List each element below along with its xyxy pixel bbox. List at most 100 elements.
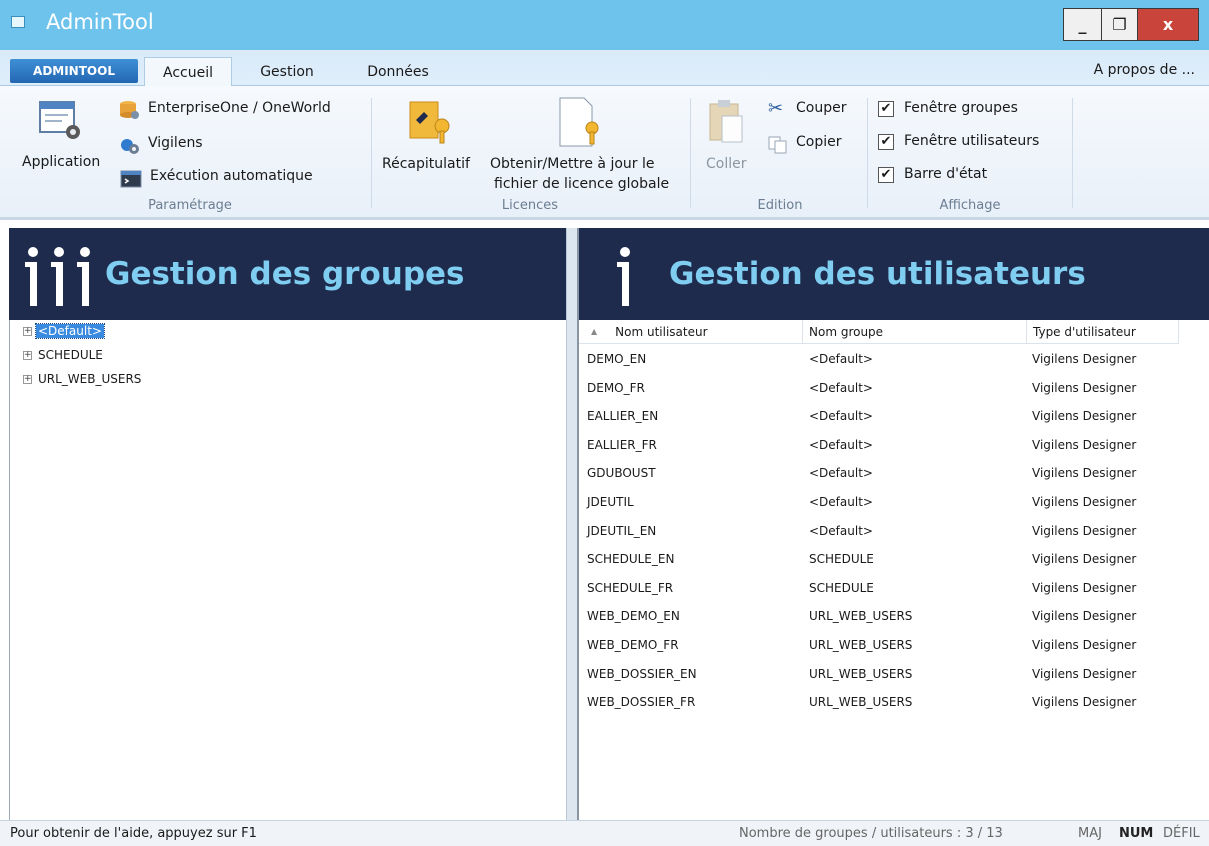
close-button[interactable]: x — [1137, 8, 1199, 41]
status-count: Nombre de groupes / utilisateurs : 3 / 1… — [739, 826, 1003, 841]
groups-panel-header: Gestion des groupes — [9, 228, 566, 320]
application-window-icon — [39, 101, 80, 139]
cell-nom-utilisateur: DEMO_EN — [587, 352, 647, 366]
recapitulatif-button[interactable]: Récapitulatif — [380, 92, 484, 192]
table-row[interactable]: DEMO_FR <Default> Vigilens Designer — [579, 379, 1199, 401]
cell-nom-utilisateur: WEB_DEMO_FR — [587, 638, 679, 652]
table-row[interactable]: JDEUTIL <Default> Vigilens Designer — [579, 493, 1199, 515]
groups-icon — [25, 247, 90, 306]
couper-button[interactable]: ✂ Couper — [766, 98, 862, 122]
application-button[interactable]: Application — [18, 92, 114, 192]
cell-nom-utilisateur: WEB_DOSSIER_EN — [587, 666, 697, 681]
cell-type-utilisateur: Vigilens Designer — [1032, 352, 1137, 366]
tree-item[interactable]: + URL_WEB_USERS — [23, 370, 143, 388]
cell-nom-utilisateur: JDEUTIL — [587, 495, 634, 509]
column-header-nom-groupe[interactable]: Nom groupe — [803, 320, 1027, 344]
cell-nom-groupe: URL_WEB_USERS — [809, 609, 913, 624]
enterprise-oneworld-button[interactable]: EnterpriseOne / OneWorld — [118, 98, 362, 122]
tree-item[interactable]: + SCHEDULE — [23, 346, 105, 364]
cell-nom-utilisateur: EALLIER_EN — [587, 409, 659, 424]
status-bar: Pour obtenir de l'aide, appuyez sur F1 N… — [0, 820, 1209, 846]
column-header-type-utilisateur[interactable]: Type d'utilisateur — [1027, 320, 1179, 344]
vigilens-label: Vigilens — [148, 135, 203, 151]
fenetre-groupes-label: Fenêtre groupes — [904, 100, 1018, 116]
vigilens-button[interactable]: Vigilens — [118, 133, 218, 157]
column-header-nom-utilisateur[interactable]: ▲ Nom utilisateur — [579, 320, 803, 344]
ribbon-separator — [690, 98, 691, 208]
admintool-app-menu[interactable]: ADMINTOOL — [10, 59, 138, 83]
cell-nom-groupe: <Default> — [809, 523, 873, 538]
tab-gestion[interactable]: Gestion — [248, 57, 326, 87]
console-icon — [120, 170, 142, 188]
expand-plus-icon[interactable]: + — [23, 374, 32, 384]
table-row[interactable]: SCHEDULE_EN SCHEDULE Vigilens Designer — [579, 550, 1199, 572]
cell-nom-groupe: <Default> — [809, 466, 873, 481]
column-header-label: Type d'utilisateur — [1033, 324, 1136, 339]
cell-nom-groupe: URL_WEB_USERS — [809, 666, 913, 681]
licence-update-label-line1: Obtenir/Mettre à jour le — [490, 156, 655, 172]
expand-plus-icon[interactable]: + — [23, 350, 32, 360]
coller-button[interactable]: Coller — [700, 92, 760, 192]
tab-accueil[interactable]: Accueil — [144, 57, 232, 87]
cell-type-utilisateur: Vigilens Designer — [1032, 466, 1137, 481]
table-row[interactable]: JDEUTIL_EN <Default> Vigilens Designer — [579, 522, 1199, 544]
panel-splitter[interactable] — [566, 228, 579, 820]
table-row[interactable]: EALLIER_EN <Default> Vigilens Designer — [579, 407, 1199, 429]
checkbox-checked-icon: ✔ — [878, 134, 894, 150]
vigilens-gear-icon — [121, 139, 139, 154]
tab-donnees[interactable]: Données — [358, 57, 438, 87]
cell-nom-groupe: <Default> — [809, 495, 873, 509]
checkbox-checked-icon: ✔ — [878, 167, 894, 183]
table-row[interactable]: SCHEDULE_FR SCHEDULE Vigilens Designer — [579, 579, 1199, 601]
cell-nom-groupe: <Default> — [809, 352, 873, 366]
checkbox-barre-etat[interactable]: ✔ Barre d'état — [878, 164, 1038, 188]
cell-nom-utilisateur: WEB_DEMO_EN — [587, 609, 680, 624]
status-help-text: Pour obtenir de l'aide, appuyez sur F1 — [10, 826, 257, 841]
checkbox-checked-icon: ✔ — [878, 101, 894, 117]
cell-type-utilisateur: Vigilens Designer — [1032, 409, 1137, 424]
checkbox-fenetre-utilisateurs[interactable]: ✔ Fenêtre utilisateurs — [878, 131, 1068, 155]
about-link[interactable]: A propos de ... — [1094, 62, 1195, 78]
scissors-icon: ✂ — [768, 98, 784, 119]
database-gear-icon — [120, 101, 139, 119]
coller-label: Coller — [706, 156, 747, 172]
execution-automatique-button[interactable]: Exécution automatique — [118, 166, 338, 190]
cell-nom-groupe: URL_WEB_USERS — [809, 638, 913, 652]
cell-type-utilisateur: Vigilens Designer — [1032, 495, 1137, 509]
cell-type-utilisateur: Vigilens Designer — [1032, 523, 1137, 538]
copier-button[interactable]: Copier — [766, 132, 862, 156]
table-row[interactable]: DEMO_EN <Default> Vigilens Designer — [579, 350, 1199, 372]
cell-nom-utilisateur: SCHEDULE_FR — [587, 580, 674, 595]
status-caps-lock: MAJ — [1078, 826, 1102, 841]
table-row[interactable]: GDUBOUST <Default> Vigilens Designer — [579, 464, 1199, 486]
cell-type-utilisateur: Vigilens Designer — [1032, 552, 1137, 567]
ribbon: Application EnterpriseOne / OneWorld Vig… — [0, 86, 1209, 220]
cell-nom-utilisateur: DEMO_FR — [587, 380, 645, 395]
table-row[interactable]: WEB_DEMO_FR URL_WEB_USERS Vigilens Designe… — [579, 636, 1199, 658]
cell-nom-groupe: SCHEDULE — [809, 552, 874, 567]
checkbox-fenetre-groupes[interactable]: ✔ Fenêtre groupes — [878, 98, 1058, 122]
table-row[interactable]: EALLIER_FR <Default> Vigilens Designer — [579, 436, 1199, 458]
tree-item[interactable]: + <Default> — [23, 322, 105, 340]
table-row[interactable]: WEB_DOSSIER_FR URL_WEB_USERS Vigilens Desi… — [579, 693, 1199, 715]
groups-tree: + <Default> + SCHEDULE + URL_WEB_USERS — [9, 320, 566, 820]
application-label: Application — [22, 154, 101, 170]
licence-update-button[interactable]: Obtenir/Mettre à jour le fichier de lice… — [486, 92, 684, 192]
execution-automatique-label: Exécution automatique — [150, 168, 313, 184]
enterprise-oneworld-label: EnterpriseOne / OneWorld — [148, 100, 331, 116]
table-row[interactable]: WEB_DOSSIER_EN URL_WEB_USERS Vigilens Desi… — [579, 665, 1199, 687]
minimize-button[interactable]: _ — [1063, 8, 1102, 41]
user-icon — [617, 247, 630, 306]
licence-file-key-icon — [559, 97, 599, 147]
ribbon-separator — [867, 98, 868, 208]
group-label-affichage: Affichage — [939, 198, 1001, 213]
copier-label: Copier — [796, 134, 842, 150]
group-label-parametrage: Paramétrage — [148, 198, 232, 213]
expand-plus-icon[interactable]: + — [23, 326, 32, 336]
tree-item-label: URL_WEB_USERS — [38, 372, 142, 386]
paste-clipboard-icon — [709, 100, 743, 143]
copy-icon — [768, 136, 787, 154]
table-row[interactable]: WEB_DEMO_EN URL_WEB_USERS Vigilens Designe… — [579, 607, 1199, 629]
cell-nom-groupe: SCHEDULE — [809, 580, 874, 595]
maximize-button[interactable]: ❐ — [1101, 8, 1138, 41]
